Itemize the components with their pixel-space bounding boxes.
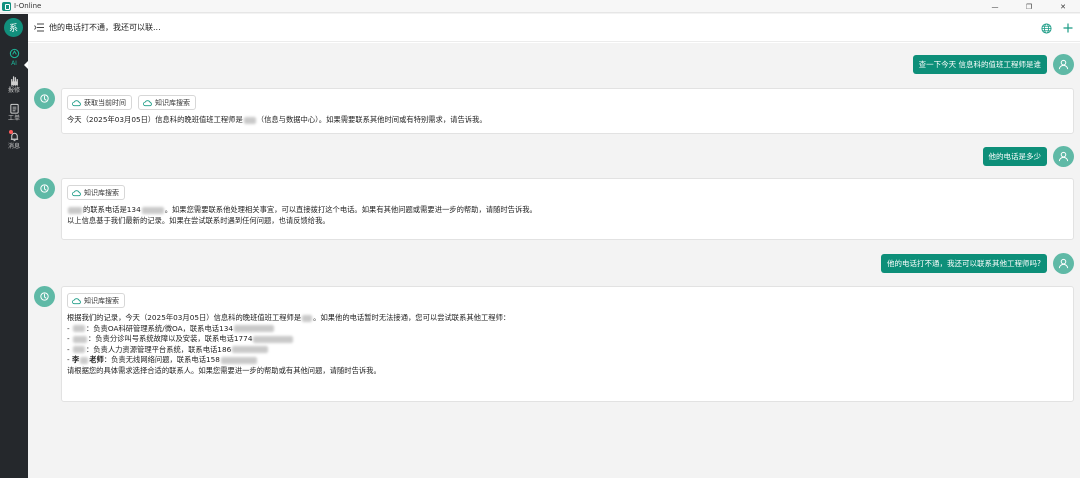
title-bar: I-Online — ❐ ✕ [0, 0, 1080, 13]
restore-button[interactable]: ❐ [1012, 0, 1046, 13]
ai-icon [8, 47, 20, 59]
redacted-name [72, 325, 85, 332]
sidebar-toggle-icon[interactable] [34, 23, 44, 33]
redacted-name [80, 356, 89, 364]
cloud-icon [72, 188, 81, 197]
tool-chip-kb-search[interactable]: 知识库搜索 [67, 293, 125, 308]
assistant-text-line: 根据我们的记录，今天（2025年03月05日）信息科的晚班值班工程师是 。如果他的… [67, 313, 511, 322]
new-chat-icon[interactable] [1062, 22, 1074, 34]
assistant-text-line: 的联系电话是134 。如果您需要联系他处理相关事宜，可以直接拨打这个电话。如果有其… [67, 205, 1068, 216]
clipboard-icon [8, 102, 20, 114]
user-message: 他的电话是多少 [982, 146, 1074, 167]
contact-item: - ：负责分诊叫号系统故障以及安装，联系电话1774 [67, 334, 1068, 345]
user-avatar-icon [1053, 146, 1074, 167]
user-message: 他的电话打不通，我还可以联系其他工程师吗? [881, 253, 1074, 274]
app-logo-icon [2, 1, 11, 11]
hand-icon [8, 74, 20, 86]
assistant-message: 知识库搜索 的联系电话是134 。如果您需要联系他处理相关事宜，可以直接拨打这个电… [34, 178, 1074, 240]
conversation-title: 他的电话打不通，我还可以联... [49, 23, 161, 32]
tool-chip-kb-search[interactable]: 知识库搜索 [138, 95, 196, 110]
minimize-button[interactable]: — [978, 0, 1012, 13]
unread-dot [9, 130, 13, 134]
cloud-icon [143, 98, 152, 107]
chat-area: 查一下今天 信息科的值班工程师是谁 获取当前时间 知识库搜索 今天（2025年0… [28, 43, 1080, 478]
tool-chip-get-time[interactable]: 获取当前时间 [67, 95, 132, 110]
assistant-avatar-icon [34, 178, 55, 199]
header-actions [1040, 22, 1074, 34]
redacted-name [68, 206, 82, 214]
redacted-name [302, 314, 313, 322]
user-bubble: 查一下今天 信息科的值班工程师是谁 [912, 55, 1047, 74]
user-message: 查一下今天 信息科的值班工程师是谁 [912, 54, 1074, 75]
tool-chip-label: 知识库搜索 [155, 98, 190, 107]
assistant-message: 获取当前时间 知识库搜索 今天（2025年03月05日）信息科的晚班值班工程师是… [34, 88, 1074, 134]
main-panel: 他的电话打不通，我还可以联... 查一下今天 信息科的值班工程师是谁 获取当前时… [28, 14, 1080, 478]
cloud-icon [72, 98, 81, 107]
assistant-card: 知识库搜索 根据我们的记录，今天（2025年03月05日）信息科的晚班值班工程师… [61, 286, 1074, 402]
globe-icon[interactable] [1040, 22, 1052, 34]
assistant-avatar-icon [34, 88, 55, 109]
assistant-card: 知识库搜索 的联系电话是134 。如果您需要联系他处理相关事宜，可以直接拨打这个电… [61, 178, 1074, 240]
user-bubble: 他的电话打不通，我还可以联系其他工程师吗? [881, 254, 1047, 273]
assistant-avatar-icon [34, 286, 55, 307]
assistant-text-line: 以上信息基于我们最新的记录。如果在尝试联系时遇到任何问题，也请反馈给我。 [67, 215, 330, 225]
bell-icon [8, 130, 20, 142]
rail-label-message: 消息 [7, 143, 20, 150]
redacted-name [72, 335, 87, 343]
tool-chip-kb-search[interactable]: 知识库搜索 [67, 185, 125, 200]
tool-list: 知识库搜索 [67, 293, 1068, 308]
user-avatar-icon [1053, 253, 1074, 274]
redacted-name [243, 116, 256, 124]
assistant-card: 获取当前时间 知识库搜索 今天（2025年03月05日）信息科的晚班值班工程师是… [61, 88, 1074, 134]
rail-label-ai: AI [11, 60, 17, 67]
user-bubble: 他的电话是多少 [982, 147, 1047, 166]
close-button[interactable]: ✕ [1046, 0, 1080, 13]
redacted-phone [253, 335, 294, 343]
rail-label-repair: 报修 [7, 87, 20, 94]
redacted-phone [141, 206, 164, 214]
assistant-text-line: 请根据您的具体需求选择合适的联系人。如果您需要进一步的帮助或有其他问题，请随时告… [67, 365, 381, 375]
rail-item-ticket[interactable]: 工单 [0, 102, 28, 122]
contact-item: - 李老师：负责无线网络问题，联系电话158 [67, 355, 1068, 366]
contact-item: - ：负责OA科研管理系统/微OA，联系电话134 [67, 324, 1068, 335]
tool-chip-label: 知识库搜索 [84, 188, 119, 197]
tool-chip-label: 知识库搜索 [84, 296, 119, 305]
assistant-text-line: 今天（2025年03月05日）信息科的晚班值班工程师是 （信息与数据中心）。如果需… [67, 115, 487, 124]
contact-item: - ：负责人力资源管理平台系统，联系电话186 [67, 345, 1068, 356]
redacted-phone [232, 346, 269, 353]
window-controls: — ❐ ✕ [978, 0, 1080, 13]
assistant-message: 知识库搜索 根据我们的记录，今天（2025年03月05日）信息科的晚班值班工程师… [34, 286, 1074, 402]
rail-label-ticket: 工单 [7, 115, 20, 122]
cloud-icon [72, 296, 81, 305]
user-avatar-icon [1053, 54, 1074, 75]
chat-header: 他的电话打不通，我还可以联... [28, 14, 1080, 42]
tool-chip-label: 获取当前时间 [84, 98, 126, 107]
tool-list: 知识库搜索 [67, 185, 1068, 200]
app-title: I-Online [14, 2, 42, 10]
redacted-name [72, 346, 85, 353]
rail-item-message[interactable]: 消息 [0, 130, 28, 150]
left-rail: 系 AI 报修 工单 消息 [0, 14, 28, 478]
tool-list: 获取当前时间 知识库搜索 [67, 95, 1068, 110]
redacted-phone [220, 356, 257, 364]
rail-item-repair[interactable]: 报修 [0, 74, 28, 94]
redacted-phone [234, 325, 275, 332]
user-avatar[interactable]: 系 [4, 18, 23, 37]
